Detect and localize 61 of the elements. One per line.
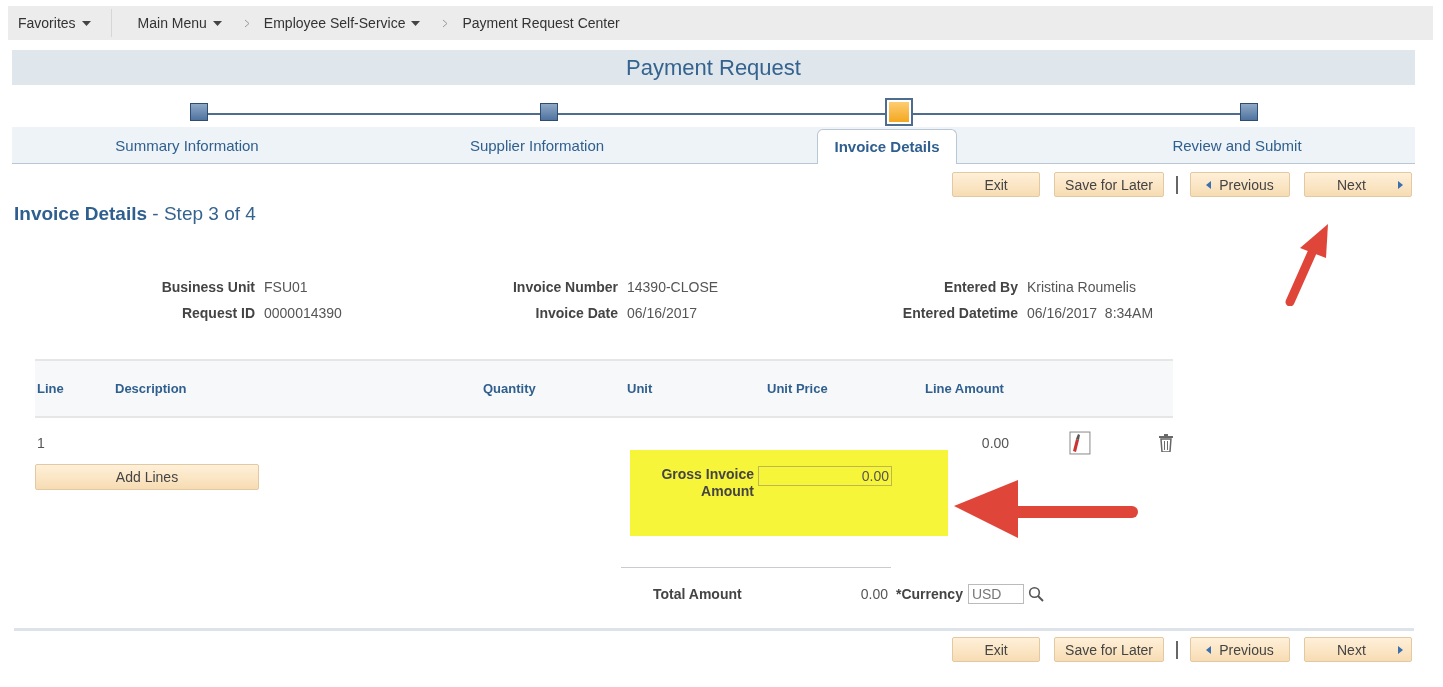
triangle-right-icon [1398, 180, 1403, 189]
action-button[interactable]: Save for Later [1054, 172, 1164, 197]
field-value: FSU01 [264, 279, 309, 295]
search-icon[interactable] [1027, 586, 1044, 602]
column-header[interactable]: Unit Price [767, 381, 925, 396]
triangle-right-icon [1398, 645, 1403, 654]
step-marker[interactable] [190, 103, 208, 121]
field-value: 0000014390 [264, 305, 343, 321]
breadcrumb-link[interactable]: Payment Request Center [462, 15, 620, 31]
column-header[interactable]: Unit [627, 381, 767, 396]
step-marker[interactable] [540, 103, 558, 121]
previous-button[interactable]: Previous [1190, 172, 1290, 197]
caret-icon [212, 20, 222, 26]
gross-amount-field[interactable]: 0.00 [758, 466, 892, 486]
action-button[interactable]: Exit [952, 172, 1041, 197]
next-button[interactable]: Next [1304, 637, 1412, 662]
field-value: Kristina Roumelis [1027, 279, 1137, 295]
step-tab[interactable]: Supplier Information [452, 128, 622, 163]
chevron-icon [243, 18, 250, 28]
currency-field[interactable]: USD [967, 584, 1024, 604]
field-value: 06/16/2017 [627, 305, 699, 321]
field-label: Invoice Date [534, 305, 618, 321]
line-number: 1 [36, 435, 46, 451]
line-amount: 0.00 [980, 435, 1010, 451]
column-header[interactable]: Line Amount [925, 381, 1021, 396]
field-label: Invoice Number [511, 279, 618, 295]
field-value: 06/16/2017 8:34AM [1027, 305, 1155, 321]
field-label: Gross Invoice Amount [660, 466, 754, 500]
step-marker[interactable] [1240, 103, 1258, 121]
step-tab[interactable]: Invoice Details [817, 129, 957, 164]
triangle-left-icon [1206, 180, 1212, 189]
action-button[interactable]: Save for Later [1054, 637, 1164, 662]
field-label: *Currency [896, 586, 963, 602]
triangle-left-icon [1206, 645, 1212, 654]
chevron-icon [442, 18, 449, 28]
caret-icon [411, 20, 421, 26]
step-tab[interactable]: Review and Submit [1155, 128, 1319, 163]
field-label: Entered Datetime [901, 305, 1018, 321]
column-header[interactable]: Line [35, 381, 115, 396]
field-label: Business Unit [160, 279, 255, 295]
total-value: 0.00 [859, 586, 888, 602]
action-button[interactable]: Exit [952, 637, 1041, 662]
step-marker[interactable] [885, 98, 913, 126]
breadcrumb-link[interactable]: Employee Self-Service [263, 15, 406, 31]
column-header[interactable]: Description [115, 381, 483, 396]
field-value: 14390-CLOSE [627, 279, 720, 295]
field-label: Entered By [943, 279, 1018, 295]
breadcrumb-link[interactable]: Main Menu [137, 15, 207, 31]
caret-icon [81, 20, 91, 26]
edit-icon[interactable] [1069, 431, 1092, 455]
add-lines-button[interactable]: Add Lines [35, 464, 259, 490]
delete-icon[interactable] [1159, 434, 1173, 452]
column-header[interactable]: Quantity [483, 381, 627, 396]
previous-button[interactable]: Previous [1190, 637, 1290, 662]
next-button[interactable]: Next [1304, 172, 1412, 197]
breadcrumb-link[interactable]: Favorites [18, 15, 76, 31]
page-title: Payment Request [12, 50, 1415, 85]
section-heading: Invoice Details - Step 3 of 4 [14, 203, 257, 225]
field-label: Request ID [180, 305, 255, 321]
field-label: Total Amount [653, 586, 743, 602]
step-tab[interactable]: Summary Information [98, 128, 276, 163]
